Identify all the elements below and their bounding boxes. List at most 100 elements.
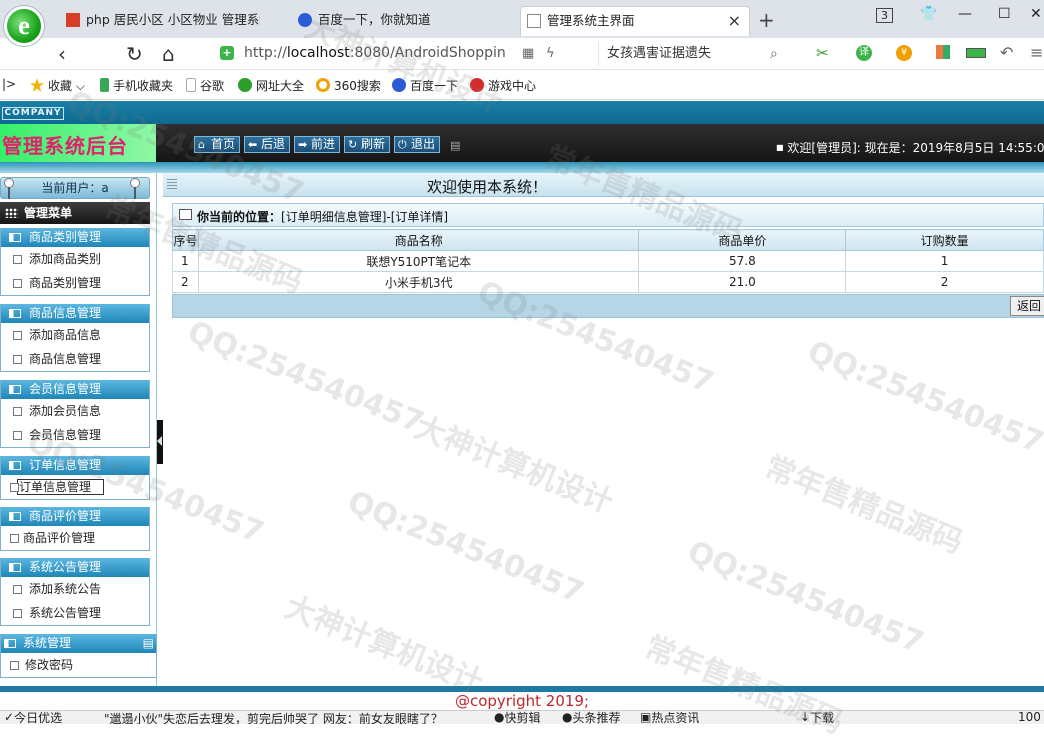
sidebar-item-add-member[interactable]: 添加会员信息	[1, 399, 149, 423]
cell-index: 2	[172, 271, 199, 293]
sidebar-item-product-manage[interactable]: 商品信息管理	[1, 347, 149, 371]
sidebar-item-add-notice[interactable]: 添加系统公告	[1, 577, 149, 601]
sidebar-item-order-manage[interactable]: 订单信息管理	[1, 475, 149, 499]
status-daily-pick[interactable]: ✓ 今日优选	[4, 711, 62, 724]
doc-icon	[13, 255, 22, 264]
maximize-icon[interactable]: ☐	[998, 6, 1011, 22]
tab-baidu[interactable]: 百度一下，你就知道	[292, 6, 502, 36]
url-input[interactable]: + http://localhost:8080/AndroidShoppin	[212, 41, 592, 66]
group-header[interactable]: 商品类别管理	[1, 228, 149, 247]
fav-item-phone[interactable]: 手机收藏夹	[100, 77, 173, 94]
group-header[interactable]: 订单信息管理	[1, 456, 149, 475]
sidebar-item-member-manage[interactable]: 会员信息管理	[1, 423, 149, 447]
group-header[interactable]: 会员信息管理	[1, 380, 149, 399]
fav-item-google[interactable]: 谷歌	[186, 77, 224, 94]
group-header[interactable]: 商品评价管理	[1, 507, 149, 526]
doc-icon	[13, 585, 22, 594]
home-button[interactable]: ⌂ 首页	[194, 136, 241, 153]
menu-title: 管理菜单	[24, 206, 73, 220]
tab-php-community[interactable]: php 居民小区 小区物业 管理系统	[60, 6, 260, 36]
tab-label: 百度一下，你就知道	[318, 12, 431, 27]
apps-grid-icon[interactable]	[936, 45, 950, 59]
sidebar-collapse-handle[interactable]	[157, 420, 163, 464]
minimize-icon[interactable]: —	[958, 6, 972, 22]
battery-icon[interactable]	[966, 48, 986, 58]
logout-button[interactable]: ⏻ 退出	[394, 136, 441, 153]
cell-quantity: 2	[845, 271, 1044, 293]
tab-admin-main[interactable]: 管理系统主界面 ×	[520, 6, 750, 36]
undo-icon[interactable]: ↶	[1000, 43, 1013, 62]
refresh-icon: ↻	[348, 138, 358, 151]
fav-item-collect[interactable]: 收藏 ⌵	[30, 77, 85, 94]
status-hot-news[interactable]: ▣ 热点资讯	[640, 711, 699, 724]
scissors-icon[interactable]: ✂	[816, 44, 829, 62]
window-count-badge[interactable]: 3	[876, 8, 893, 23]
group-header[interactable]: 系统公告管理	[1, 558, 149, 577]
search-icon[interactable]: ⌕	[770, 46, 778, 62]
refresh-button[interactable]: ↻ 刷新	[344, 136, 391, 153]
coin-icon[interactable]: ¥	[896, 45, 912, 61]
window-icon	[179, 209, 192, 220]
forward-button[interactable]: ➡ 前进	[294, 136, 341, 153]
new-tab-button[interactable]: +	[758, 8, 775, 32]
game-icon	[470, 78, 484, 92]
back-button-header[interactable]: ⬅ 后退	[244, 136, 291, 153]
url-text: http://localhost:8080/AndroidShoppin	[244, 45, 506, 61]
home-icon[interactable]: ⌂	[162, 42, 175, 66]
sidebar-item-category-manage[interactable]: 商品类别管理	[1, 271, 149, 295]
breadcrumb-text: 你当前的位置：[订单明细信息管理]-[订单详情]	[197, 210, 449, 224]
translate-icon[interactable]: 译	[856, 45, 872, 61]
table-footer	[172, 294, 1044, 318]
cell-product-name: 联想Y510PT笔记本	[197, 250, 640, 272]
folder-icon	[9, 512, 21, 521]
reload-icon[interactable]: ↻	[126, 42, 143, 66]
fav-item-web-directory[interactable]: 网址大全	[238, 77, 304, 94]
watermark: 大神计算机设计	[279, 589, 488, 701]
fav-item-360-search[interactable]: 360搜索	[316, 77, 381, 94]
favorites-bar: |> 收藏 ⌵ 手机收藏夹 谷歌 网址大全 360搜索 百度一下 游戏中心	[0, 70, 1044, 100]
watermark: QQ:254540457	[682, 534, 929, 661]
status-quick-clip[interactable]: ● 快剪辑	[494, 711, 541, 724]
status-news-ticker[interactable]: "邋遢小伙"失恋后去理发，剪完后帅哭了 网友：前女友眼瞎了？	[104, 711, 443, 724]
back-arrow-icon: ⬅	[248, 138, 258, 151]
sidebar-item-add-product[interactable]: 添加商品信息	[1, 323, 149, 347]
window-close-icon[interactable]: ✕	[1030, 6, 1042, 22]
group-header[interactable]: 商品信息管理	[1, 304, 149, 323]
folder-icon	[4, 639, 16, 648]
sidebar-item-change-password[interactable]: 修改密码	[1, 653, 156, 677]
group-header[interactable]: 系统管理 ▤	[1, 634, 156, 653]
sidebar-item-review-manage[interactable]: 商品评价管理	[1, 526, 149, 550]
close-icon[interactable]: ×	[728, 7, 741, 35]
app-top-strip: COMPANY	[0, 101, 1044, 124]
sidebar-item-add-category[interactable]: 添加商品类别	[1, 247, 149, 271]
menu-icon[interactable]: ≡	[1030, 43, 1043, 62]
watermark: 常年售精品源码	[759, 449, 968, 561]
shirt-icon[interactable]: 👕	[920, 6, 937, 22]
lightning-icon[interactable]: ϟ	[546, 46, 555, 61]
sidebar-item-notice-manage[interactable]: 系统公告管理	[1, 601, 149, 625]
order-detail-table: 序号 商品名称 商品单价 订购数量 1 联想Y510PT笔记本 57.8 1 2…	[172, 229, 1044, 293]
fav-item-baidu[interactable]: 百度一下	[392, 77, 458, 94]
search-input[interactable]: 女孩遇害证据遗失	[598, 42, 794, 66]
return-button[interactable]: 返回	[1010, 296, 1044, 316]
status-download[interactable]: ↓ 下载	[800, 711, 834, 724]
column-header: 序号	[172, 229, 199, 251]
status-zoom[interactable]: 100	[1018, 711, 1041, 724]
status-headline[interactable]: ● 头条推荐	[562, 711, 621, 724]
collapse-icon[interactable]: ▤	[143, 634, 154, 653]
sidebar-toggle-icon[interactable]: |>	[2, 77, 16, 91]
fav-item-game-center[interactable]: 游戏中心	[470, 77, 536, 94]
current-user-label: 当前用户：a	[41, 181, 109, 195]
back-icon[interactable]: ‹	[58, 42, 66, 66]
qr-icon[interactable]: ▦	[522, 46, 534, 61]
doc-icon	[13, 331, 22, 340]
doc-icon	[13, 431, 22, 440]
brand-panel: 管理系统后台	[0, 124, 156, 162]
browser-logo-icon[interactable]: e	[4, 6, 44, 46]
tab-label: php 居民小区 小区物业 管理系统	[86, 12, 260, 27]
column-header: 商品单价	[638, 229, 847, 251]
group-review: 商品评价管理 商品评价管理	[0, 507, 150, 551]
list-icon	[167, 179, 177, 191]
baidu-paw-icon	[298, 13, 312, 27]
folder-icon	[9, 563, 21, 572]
